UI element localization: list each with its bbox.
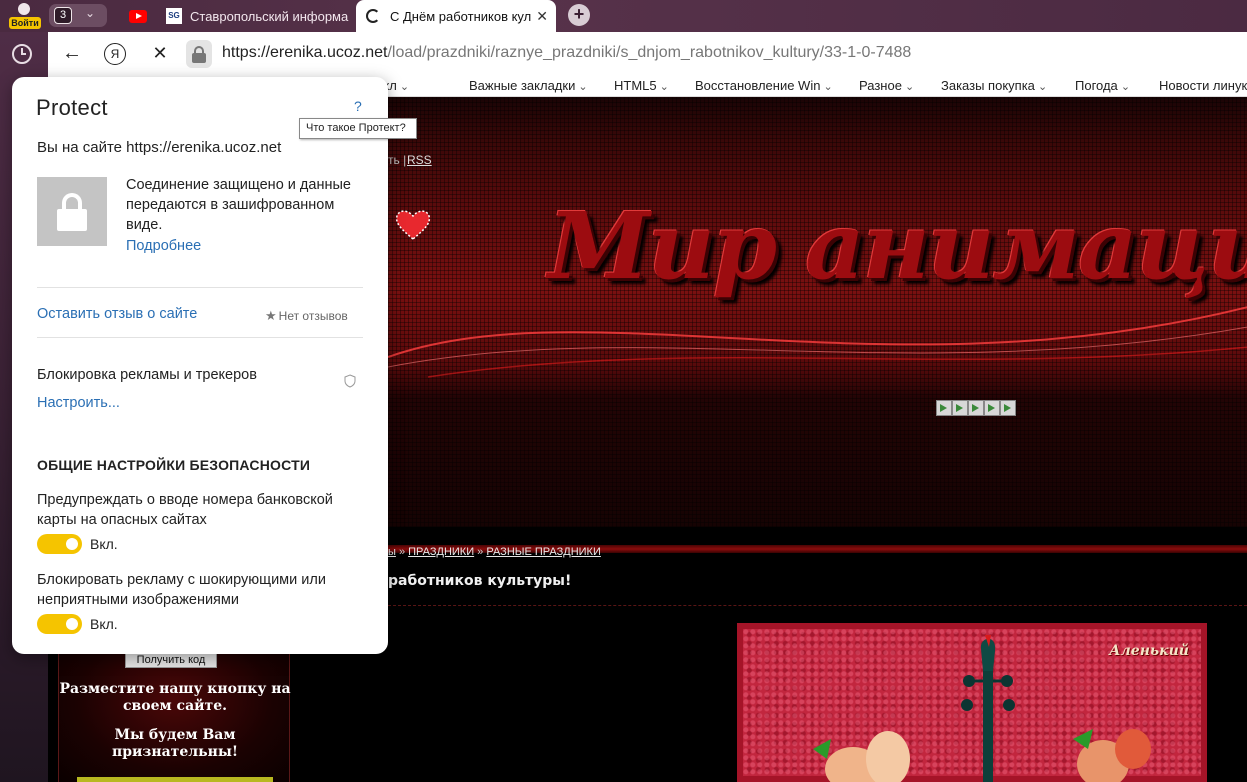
rss-link[interactable]: RSS bbox=[407, 153, 432, 167]
toggle-state-label: Вкл. bbox=[90, 536, 118, 552]
url-host: https://erenika.ucoz.net bbox=[222, 44, 388, 61]
tab-title: Ставропольский информа bbox=[190, 8, 349, 24]
card-warning-toggle[interactable] bbox=[37, 534, 82, 554]
divider bbox=[378, 605, 1247, 606]
leave-feedback-link[interactable]: Оставить отзыв о сайте bbox=[37, 306, 197, 322]
divider bbox=[37, 287, 363, 288]
setting-shock-ads-label: Блокировать рекламу с шокирующими или не… bbox=[37, 572, 326, 608]
new-tab-button[interactable]: + bbox=[568, 4, 590, 26]
tab-strip: Войти 3 ⌄ SG Ставропольский информа С Дн… bbox=[0, 0, 1247, 32]
decorative-bar bbox=[77, 777, 273, 782]
postcard-image: Аленький bbox=[737, 623, 1207, 782]
configure-link[interactable]: Настроить... bbox=[37, 395, 120, 411]
breadcrumb-item[interactable]: ы bbox=[388, 546, 396, 558]
adblock-label: Блокировка рекламы и трекеров bbox=[37, 367, 257, 383]
promo-text: Мы будем Вам признательны! bbox=[111, 727, 239, 760]
section-heading: ОБЩИЕ НАСТРОЙКИ БЕЗОПАСНОСТИ bbox=[37, 457, 311, 473]
no-reviews-text: Нет отзывов bbox=[278, 309, 348, 323]
bookmark-folder[interactable]: Восстановление Win bbox=[695, 78, 833, 93]
breadcrumb: ы » ПРАЗДНИКИ » РАЗНЫЕ ПРАЗДНИКИ bbox=[388, 546, 601, 558]
bookmark-folder[interactable]: Важные закладки bbox=[469, 78, 588, 93]
tab-active[interactable]: С Днём работников кул ✕ bbox=[356, 0, 556, 32]
breadcrumb-item[interactable]: РАЗНЫЕ ПРАЗДНИКИ bbox=[486, 546, 601, 558]
breadcrumb-item[interactable]: ПРАЗДНИКИ bbox=[408, 546, 474, 558]
close-icon[interactable]: ✕ bbox=[536, 8, 548, 25]
login-button[interactable]: Войти bbox=[6, 1, 42, 31]
history-icon[interactable] bbox=[12, 44, 32, 64]
broken-image-icon bbox=[1000, 400, 1016, 416]
tab-title: С Днём работников кул bbox=[390, 8, 532, 24]
stop-loading-button[interactable]: ✕ bbox=[148, 42, 172, 66]
login-label: Войти bbox=[9, 17, 41, 29]
bookmark-folder[interactable]: Разное bbox=[859, 78, 914, 93]
broken-image-icon bbox=[952, 400, 968, 416]
link-to-us-block: Получить код Разместите нашу кнопку на с… bbox=[58, 644, 291, 782]
url-path: /load/prazdniki/raznye_prazdniki/s_dnjom… bbox=[387, 44, 912, 61]
heart-icon bbox=[395, 210, 431, 240]
setting-card-warning-label: Предупреждать о вводе номера банковской … bbox=[37, 492, 333, 528]
connection-status-text: Соединение защищено и данные передаются … bbox=[126, 177, 351, 233]
yandex-button[interactable]: Я bbox=[104, 43, 126, 65]
bookmark-folder[interactable]: HTML5 bbox=[614, 78, 669, 93]
protect-logo: Protect bbox=[36, 95, 108, 120]
breadcrumb-separator: » bbox=[474, 546, 487, 558]
toggle-state-label: Вкл. bbox=[90, 616, 118, 632]
reviews-status: ★ Нет отзывов bbox=[265, 308, 348, 324]
bookmark-folder[interactable]: Заказы покупка bbox=[941, 78, 1047, 93]
lock-icon-body bbox=[192, 53, 206, 63]
more-info-link[interactable]: Подробнее bbox=[126, 238, 201, 254]
broken-image-icon bbox=[936, 400, 952, 416]
lock-body bbox=[57, 209, 87, 231]
bookmark-folder[interactable]: Новости линук bbox=[1159, 78, 1247, 93]
protect-popup: Protect ? Вы на сайте https://erenika.uc… bbox=[12, 77, 388, 654]
tab-count-badge: 3 bbox=[54, 7, 72, 24]
image-strip bbox=[936, 400, 1016, 416]
breadcrumb-separator: » bbox=[395, 546, 409, 558]
shield-icon bbox=[344, 374, 356, 388]
article-title: работников культуры! bbox=[388, 573, 572, 589]
address-bar: ← Я ✕ https://erenika.ucoz.net/load/praz… bbox=[48, 32, 1247, 76]
user-avatar-icon bbox=[18, 3, 30, 15]
flowers-image bbox=[813, 729, 1151, 782]
site-info: Вы на сайте https://erenika.ucoz.net bbox=[37, 139, 282, 156]
header-link-fragment[interactable]: ть | bbox=[388, 153, 406, 167]
bookmark-folder[interactable]: Погода bbox=[1075, 78, 1130, 93]
get-code-button[interactable]: Получить код bbox=[125, 653, 217, 668]
shock-ads-toggle[interactable] bbox=[37, 614, 82, 634]
tab-youtube[interactable] bbox=[120, 0, 156, 32]
tab-stavropol[interactable]: SG Ставропольский информа bbox=[160, 0, 352, 32]
broken-image-icon bbox=[968, 400, 984, 416]
url-field[interactable]: https://erenika.ucoz.net/load/prazdniki/… bbox=[222, 44, 911, 62]
protect-lock-button[interactable] bbox=[186, 40, 212, 68]
loading-spinner-icon bbox=[366, 9, 380, 23]
star-icon: ★ bbox=[265, 308, 277, 323]
help-tooltip: Что такое Протект? bbox=[299, 118, 417, 139]
tab-groups-button[interactable]: 3 ⌄ bbox=[49, 4, 107, 27]
postcard-signature: Аленький bbox=[1109, 643, 1189, 659]
site-logo-text: Мир анимации bbox=[548, 192, 1247, 300]
lock-icon bbox=[37, 177, 107, 246]
help-button[interactable]: ? bbox=[354, 98, 362, 114]
sg-favicon-icon: SG bbox=[166, 8, 182, 24]
promo-text: Разместите нашу кнопку на своем сайте. bbox=[59, 681, 291, 714]
chevron-down-icon: ⌄ bbox=[85, 6, 96, 20]
divider bbox=[37, 337, 363, 338]
broken-image-icon bbox=[984, 400, 1000, 416]
youtube-icon bbox=[129, 9, 147, 23]
back-button[interactable]: ← bbox=[60, 42, 84, 66]
